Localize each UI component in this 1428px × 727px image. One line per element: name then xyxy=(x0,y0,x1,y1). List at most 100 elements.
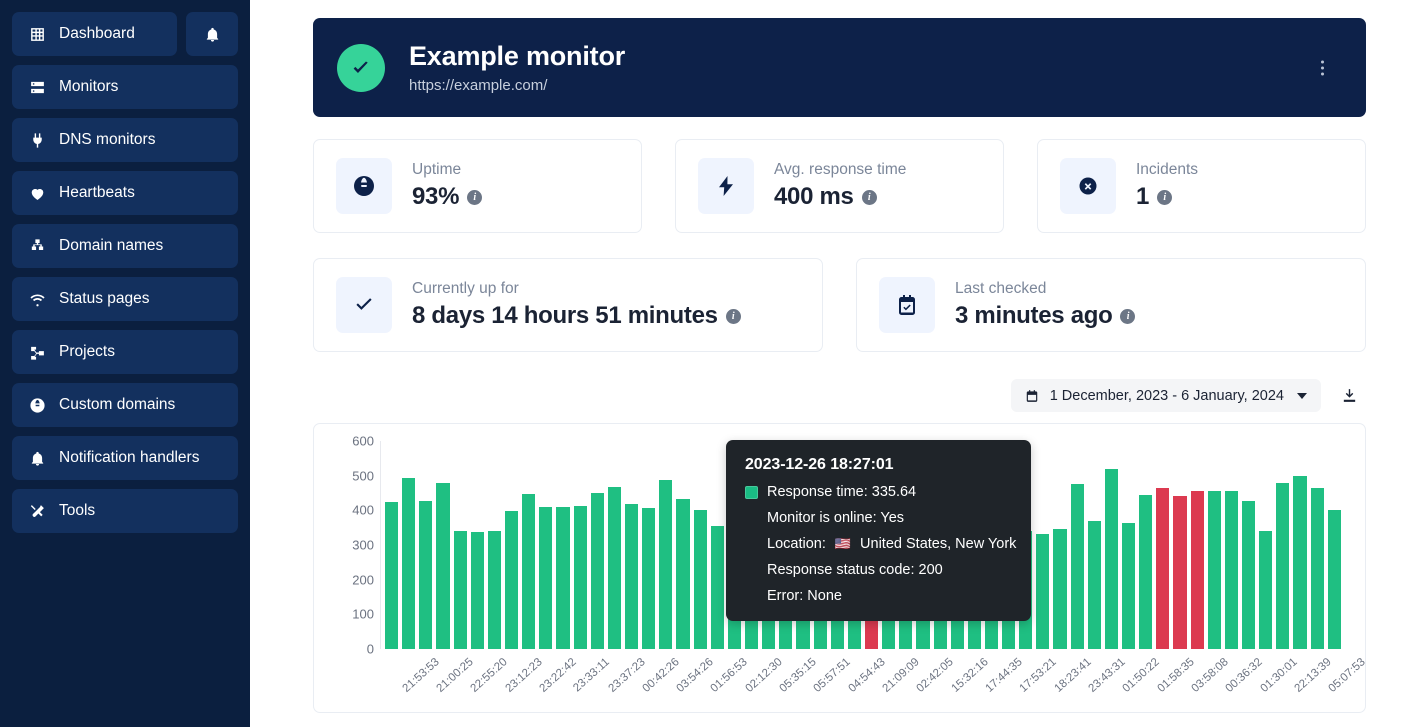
info-icon[interactable]: i xyxy=(861,189,877,205)
chart-x-tick: 23:33:11 xyxy=(571,656,613,695)
chart-bar[interactable] xyxy=(1310,487,1324,649)
chart-x-tick: 21:09:09 xyxy=(880,656,922,695)
chart-toolbar: 1 December, 2023 - 6 January, 2024 xyxy=(313,379,1366,412)
chart-y-tick: 500 xyxy=(352,468,374,484)
chart-bar[interactable] xyxy=(1242,500,1256,649)
chart-bar[interactable] xyxy=(419,500,433,649)
date-range-picker[interactable]: 1 December, 2023 - 6 January, 2024 xyxy=(1010,379,1321,412)
chart-bar[interactable] xyxy=(1190,490,1204,649)
info-icon[interactable]: i xyxy=(1120,308,1136,324)
chart-bar[interactable] xyxy=(522,493,536,649)
sidebar-item-custom-domains[interactable]: Custom domains xyxy=(12,383,238,427)
sidebar: Dashboard Monitors DNS monitors Heartbea… xyxy=(0,0,250,727)
monitor-url[interactable]: https://example.com/ xyxy=(409,77,625,94)
sidebar-item-status-pages[interactable]: Status pages xyxy=(12,277,238,321)
chart-bar[interactable] xyxy=(453,530,467,649)
kebab-menu-icon[interactable] xyxy=(1315,54,1330,81)
chart-bar[interactable] xyxy=(573,506,587,649)
sidebar-item-label: Heartbeats xyxy=(59,184,135,201)
plug-icon xyxy=(28,131,46,149)
chart-bar[interactable] xyxy=(624,503,639,649)
chart-bar[interactable] xyxy=(1087,521,1101,649)
sidebar-item-label: DNS monitors xyxy=(59,131,156,148)
wifi-icon xyxy=(28,290,46,308)
chart-bar[interactable] xyxy=(487,531,501,649)
chart-y-tick: 0 xyxy=(366,641,374,657)
info-icon[interactable]: i xyxy=(467,189,483,205)
chart-bar[interactable] xyxy=(590,493,604,649)
chart-x-tick: 22:13:39 xyxy=(1292,656,1334,695)
chart-x-tick: 01:56:53 xyxy=(708,656,751,695)
chart-x-tick: 21:53:53 xyxy=(400,656,442,695)
stat-card-incidents: Incidents 1 i xyxy=(1037,139,1366,233)
tooltip-timestamp: 2023-12-26 18:27:01 xyxy=(745,456,894,473)
info-icon[interactable]: i xyxy=(1157,189,1173,205)
chart-bar[interactable] xyxy=(693,510,707,649)
chevron-down-icon xyxy=(1297,392,1307,399)
tooltip-response-time-row: Response time: 335.64 xyxy=(745,484,1012,500)
date-range-label: 1 December, 2023 - 6 January, 2024 xyxy=(1049,387,1284,404)
chart-bar[interactable] xyxy=(385,502,399,649)
sidebar-item-label: Domain names xyxy=(59,237,164,254)
chart-bar[interactable] xyxy=(659,479,673,649)
chart-bar[interactable] xyxy=(1104,469,1119,649)
chart-bar[interactable] xyxy=(1293,475,1307,649)
globe-icon xyxy=(336,158,392,214)
sidebar-item-monitors[interactable]: Monitors xyxy=(12,65,238,109)
chart-bar[interactable] xyxy=(1036,533,1050,649)
stat-text-currently-up-for: Currently up for 8 days 14 hours 51 minu… xyxy=(412,280,741,330)
stat-value-wrap: 8 days 14 hours 51 minutes i xyxy=(412,302,741,330)
chart-bar[interactable] xyxy=(1156,487,1170,649)
chart-bar[interactable] xyxy=(607,487,621,649)
sidebar-item-projects[interactable]: Projects xyxy=(12,330,238,374)
chart-x-tick: 23:43:31 xyxy=(1086,656,1128,695)
download-icon xyxy=(1343,389,1356,402)
sidebar-item-label: Notification handlers xyxy=(59,449,200,466)
chart-bar[interactable] xyxy=(1276,483,1290,649)
chart-bar[interactable] xyxy=(1207,490,1221,649)
calendar-icon xyxy=(1026,389,1037,402)
stat-value: 8 days 14 hours 51 minutes xyxy=(412,302,718,329)
chart-bar[interactable] xyxy=(1070,483,1084,649)
chart-bar[interactable] xyxy=(676,498,690,649)
chart-x-tick: 23:22:42 xyxy=(537,656,579,695)
sidebar-item-notification-handlers[interactable]: Notification handlers xyxy=(12,436,238,480)
chart-bar[interactable] xyxy=(504,511,519,649)
sidebar-item-heartbeats[interactable]: Heartbeats xyxy=(12,171,238,215)
sidebar-item-dns-monitors[interactable]: DNS monitors xyxy=(12,118,238,162)
chart-bar[interactable] xyxy=(710,526,724,649)
info-icon[interactable]: i xyxy=(725,308,741,324)
kebab-dot xyxy=(1321,66,1324,69)
response-time-chart: 0 100 200 300 400 500 600 21:53:53 21:00:25 22:5… xyxy=(313,423,1366,713)
chart-bar[interactable] xyxy=(436,482,450,649)
heart-pulse-icon xyxy=(28,184,46,202)
chart-bar[interactable] xyxy=(1327,510,1341,649)
stat-value-wrap: 1 i xyxy=(1136,183,1198,211)
stat-label: Avg. response time xyxy=(774,161,907,178)
chart-bar[interactable] xyxy=(1139,495,1153,649)
notifications-button[interactable] xyxy=(186,12,238,56)
chart-bar[interactable] xyxy=(402,477,416,649)
sidebar-item-dashboard[interactable]: Dashboard xyxy=(12,12,177,56)
chart-y-tick: 400 xyxy=(352,502,374,518)
chart-x-tick: 22:55:20 xyxy=(468,656,511,695)
bolt-icon xyxy=(698,158,754,214)
chart-bar[interactable] xyxy=(1173,495,1187,649)
tooltip-location-value: United States, New York xyxy=(860,536,1017,552)
chart-bar[interactable] xyxy=(642,508,656,649)
chart-bar[interactable] xyxy=(1259,530,1273,649)
chart-x-tick: 03:54:26 xyxy=(674,656,716,695)
status-up-icon xyxy=(337,43,385,92)
chart-bar[interactable] xyxy=(539,506,553,649)
kebab-dot xyxy=(1321,72,1324,75)
download-button[interactable] xyxy=(1333,379,1366,412)
sidebar-item-domain-names[interactable]: Domain names xyxy=(12,224,238,268)
sidebar-item-tools[interactable]: Tools xyxy=(12,489,238,533)
chart-bar[interactable] xyxy=(470,532,484,649)
tooltip-location-row: Location: 🇺🇸 United States, New York xyxy=(745,536,1016,552)
chart-bar[interactable] xyxy=(1224,490,1239,649)
chart-bar[interactable] xyxy=(1053,529,1067,649)
chart-bar[interactable] xyxy=(556,507,570,649)
tooltip-location-label: Location: xyxy=(767,536,826,552)
chart-bar[interactable] xyxy=(1122,522,1136,649)
